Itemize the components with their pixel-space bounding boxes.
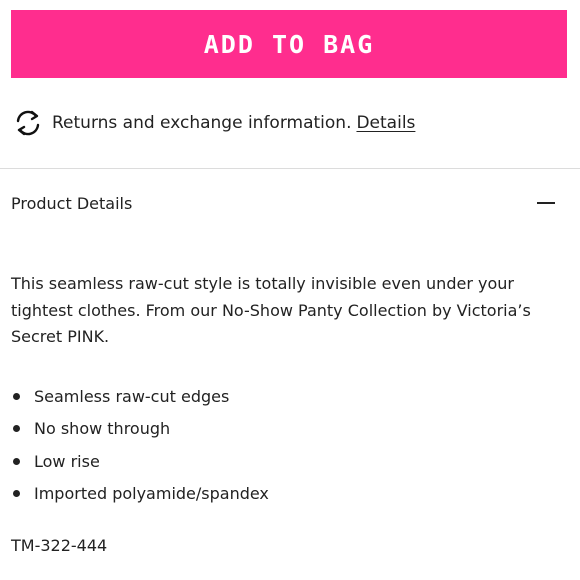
- returns-info: Returns and exchange information. Detail…: [11, 106, 415, 140]
- bullet-icon: [13, 457, 20, 465]
- returns-details-link[interactable]: Details: [356, 113, 415, 133]
- product-sku: TM-322-444: [11, 536, 108, 555]
- exchange-arrows-icon: [16, 110, 40, 136]
- feature-text: Low rise: [34, 451, 100, 471]
- list-item: Low rise: [11, 445, 269, 478]
- add-to-bag-button[interactable]: ADD TO BAG: [11, 10, 567, 78]
- product-description: This seamless raw-cut style is totally i…: [11, 274, 531, 346]
- feature-text: No show through: [34, 419, 171, 439]
- product-page: ADD TO BAG Returns and exchange informat…: [0, 0, 580, 580]
- bullet-icon: [13, 392, 20, 400]
- minus-icon[interactable]: [537, 202, 555, 204]
- feature-text: Seamless raw-cut edges: [34, 386, 230, 406]
- list-item: Imported polyamide/spandex: [11, 478, 269, 511]
- bullet-icon: [13, 425, 20, 433]
- feature-list: Seamless raw-cut edges No show through L…: [11, 380, 269, 510]
- bullet-icon: [13, 490, 20, 498]
- returns-text: Returns and exchange information.: [52, 113, 352, 133]
- list-item: No show through: [11, 413, 269, 446]
- add-to-bag-label: ADD TO BAG: [203, 29, 375, 59]
- list-item: Seamless raw-cut edges: [11, 380, 269, 413]
- section-divider: [0, 168, 580, 169]
- product-details-title: Product Details: [11, 193, 133, 213]
- feature-text: Imported polyamide/spandex: [34, 484, 269, 504]
- product-details-header[interactable]: Product Details: [11, 186, 557, 220]
